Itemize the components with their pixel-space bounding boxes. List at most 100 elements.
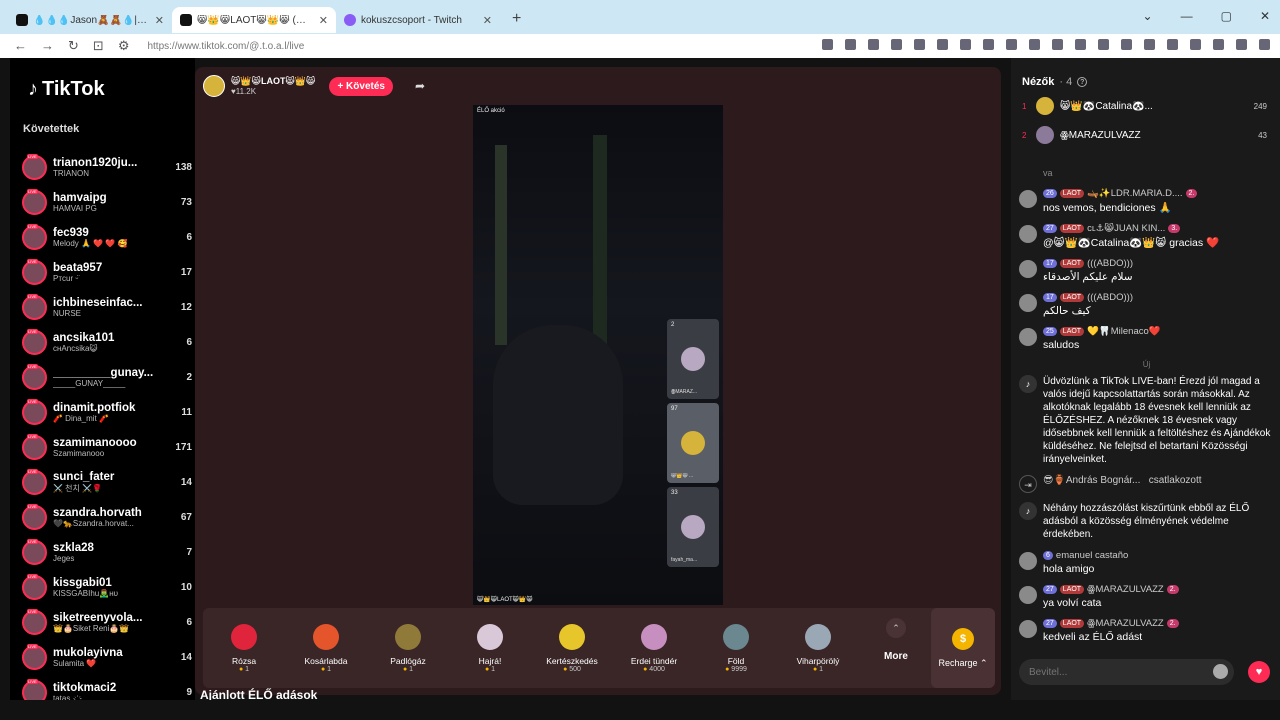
back-icon[interactable]: ←: [14, 38, 27, 54]
extension-icon[interactable]: [1167, 39, 1178, 50]
extension-icon[interactable]: [1075, 39, 1086, 50]
recharge-button[interactable]: $ Recharge ⌃: [931, 608, 995, 688]
emoji-icon[interactable]: [1213, 664, 1228, 679]
extension-icon[interactable]: [868, 39, 879, 50]
gift-item[interactable]: Rózsa ● 1: [203, 608, 285, 688]
close-tab-icon[interactable]: ✕: [155, 14, 164, 27]
followed-item[interactable]: szamimanooooSzamimanooo 171: [22, 430, 192, 465]
chat-username[interactable]: ꙮMARAZULVAZZ: [1087, 584, 1164, 595]
close-window-icon[interactable]: ✕: [1260, 9, 1270, 23]
gift-item[interactable]: Padlógáz ● 1: [367, 608, 449, 688]
close-tab-icon[interactable]: ✕: [483, 14, 492, 27]
gift-item[interactable]: Hajrá! ● 1: [449, 608, 531, 688]
extension-icon[interactable]: [1236, 39, 1247, 50]
info-icon[interactable]: ?: [1077, 77, 1088, 87]
gift-item[interactable]: Erdei tündér ● 4000: [613, 608, 695, 688]
followed-item[interactable]: dinamit.potfiok🧨 Dina_mit 🧨 11: [22, 395, 192, 430]
chat-avatar[interactable]: [1019, 328, 1037, 346]
followed-item[interactable]: hamvaipgHAMVAI PG 73: [22, 185, 192, 220]
extension-icon[interactable]: [1190, 39, 1201, 50]
chat-username[interactable]: cʟ⚓😸JUAN KIN...: [1087, 223, 1165, 234]
extension-icon[interactable]: [1121, 39, 1132, 50]
chat-username[interactable]: (((ABDO))): [1087, 258, 1133, 269]
followed-item[interactable]: sunci_fater⚔️ 천치 ⚔️🌹 14: [22, 465, 192, 500]
extension-icon[interactable]: [1259, 39, 1270, 50]
followed-item[interactable]: siketreenyvola...👑🎂Siket Reni🎂👑 6: [22, 605, 192, 640]
address-bar: ← → ↻ ⊡ ⚙ https://www.tiktok.com/@.t.o.a…: [0, 34, 1280, 58]
extension-icon[interactable]: [1098, 39, 1109, 50]
extension-icon[interactable]: [1144, 39, 1155, 50]
browser-tab-jason[interactable]: 💧💧💧Jason🧸🧸💧|@jason_san... ✕: [8, 7, 172, 33]
followed-nickname: Melody 🙏 ❤️ ❤️ 🥰: [53, 239, 128, 248]
followed-item[interactable]: ancsika101ᴄʜAncsika😺 6: [22, 325, 192, 360]
chat-avatar[interactable]: [1019, 620, 1037, 638]
more-gifts-button[interactable]: ⌃ More: [871, 618, 921, 662]
reload-icon[interactable]: ↻: [68, 38, 79, 54]
follow-button[interactable]: + Követés: [329, 76, 393, 96]
guest-card[interactable]: 97 😸👑😸 ...: [667, 403, 719, 483]
extension-icon[interactable]: [1006, 39, 1017, 50]
followed-item[interactable]: trianon1920ju...TRIANON 138: [22, 150, 192, 185]
gift-item[interactable]: Föld ● 9999: [695, 608, 777, 688]
extension-icon[interactable]: [891, 39, 902, 50]
share-icon[interactable]: ➦: [415, 79, 425, 93]
viewer-row[interactable]: 1 😸👑🐼Catalina🐼... 249: [1022, 95, 1267, 117]
extension-icon[interactable]: [960, 39, 971, 50]
extension-icon[interactable]: [914, 39, 925, 50]
forward-icon[interactable]: →: [41, 38, 54, 54]
chat-input[interactable]: [1019, 659, 1234, 685]
chat-header: 27 LAOT ꙮMARAZULVAZZ 2.: [1043, 618, 1274, 629]
chat-username[interactable]: 💛🦷Milenaco❤️: [1087, 326, 1161, 337]
extension-icon[interactable]: [845, 39, 856, 50]
gift-item[interactable]: Viharpörölý ● 1: [777, 608, 859, 688]
minimize-icon[interactable]: —: [1181, 9, 1193, 23]
extension-icon[interactable]: [983, 39, 994, 50]
host-name[interactable]: 😸👑😸LAOT😸👑😸: [231, 76, 315, 87]
extension-icon[interactable]: [1052, 39, 1063, 50]
extension-icon[interactable]: [822, 39, 833, 50]
welcome-text: Üdvözlünk a TikTok LIVE-ban! Érezd jól m…: [1043, 376, 1271, 465]
chat-avatar[interactable]: [1019, 586, 1037, 604]
guest-card[interactable]: 33 fayah_ma...: [667, 487, 719, 567]
tiktok-logo[interactable]: ♪ TikTok: [28, 78, 105, 101]
url-field[interactable]: https://www.tiktok.com/@.t.o.a.l/live: [147, 41, 304, 52]
join-name[interactable]: 😎🏺András Bognár...: [1043, 475, 1140, 493]
chat-avatar[interactable]: [1019, 225, 1037, 243]
followed-item[interactable]: szkla28Jeges 7: [22, 535, 192, 570]
followed-item[interactable]: szandra.horvath🖤🐆Szandra.horvat... 67: [22, 500, 192, 535]
followed-item[interactable]: mukolayivnaSulamita ❤️ 14: [22, 640, 192, 675]
chat-username[interactable]: 🛶✨LDR.MARIA.D....: [1087, 188, 1182, 199]
level-badge: 17: [1043, 293, 1057, 302]
followed-item[interactable]: _________gunay..._____GUNAY_____ 2: [22, 360, 192, 395]
level-badge: 27: [1043, 224, 1057, 233]
maximize-icon[interactable]: ▢: [1221, 9, 1232, 23]
like-heart-button[interactable]: ♥: [1248, 661, 1270, 683]
chat-username[interactable]: emanuel castaño: [1056, 550, 1128, 561]
viewer-row[interactable]: 2 ꙮMARAZULVAZZ 43: [1022, 124, 1267, 146]
extension-icon[interactable]: [937, 39, 948, 50]
bookmark-icon[interactable]: ⊡: [93, 38, 104, 54]
close-tab-icon[interactable]: ✕: [319, 14, 328, 27]
followed-item[interactable]: kissgabi01KISSGABIhu🧟‍♂️ʜᴜ 10: [22, 570, 192, 605]
site-info-icon[interactable]: ⚙: [118, 38, 130, 54]
host-avatar[interactable]: [203, 75, 225, 97]
followed-item[interactable]: beata957Pᴛcur ᵕ̈ 17: [22, 255, 192, 290]
browser-tab-twitch[interactable]: kokuszcsoport - Twitch ✕: [336, 7, 500, 33]
extension-icon[interactable]: [1213, 39, 1224, 50]
gift-item[interactable]: Kertészkedés ● 500: [531, 608, 613, 688]
tab-search-icon[interactable]: ⌄: [1143, 9, 1153, 23]
chat-username[interactable]: ꙮMARAZULVAZZ: [1087, 618, 1164, 629]
chat-avatar[interactable]: [1019, 190, 1037, 208]
browser-tab-laot[interactable]: 😸👑😸LAOT😸👑😸 (@.t... ✕: [172, 7, 336, 33]
guest-card[interactable]: 2 ꙮMARAZ...: [667, 319, 719, 399]
gift-item[interactable]: Kosárlabda ● 1: [285, 608, 367, 688]
followed-item[interactable]: ichbineseinfac...NURSE 12: [22, 290, 192, 325]
followed-item[interactable]: tiktokmaci2tatas · ҉ · 9: [22, 675, 192, 700]
chat-avatar[interactable]: [1019, 552, 1037, 570]
followed-item[interactable]: fec939Melody 🙏 ❤️ ❤️ 🥰 6: [22, 220, 192, 255]
chat-username[interactable]: (((ABDO))): [1087, 292, 1133, 303]
new-tab-button[interactable]: +: [512, 10, 521, 28]
extension-icon[interactable]: [1029, 39, 1040, 50]
chat-avatar[interactable]: [1019, 260, 1037, 278]
chat-avatar[interactable]: [1019, 294, 1037, 312]
